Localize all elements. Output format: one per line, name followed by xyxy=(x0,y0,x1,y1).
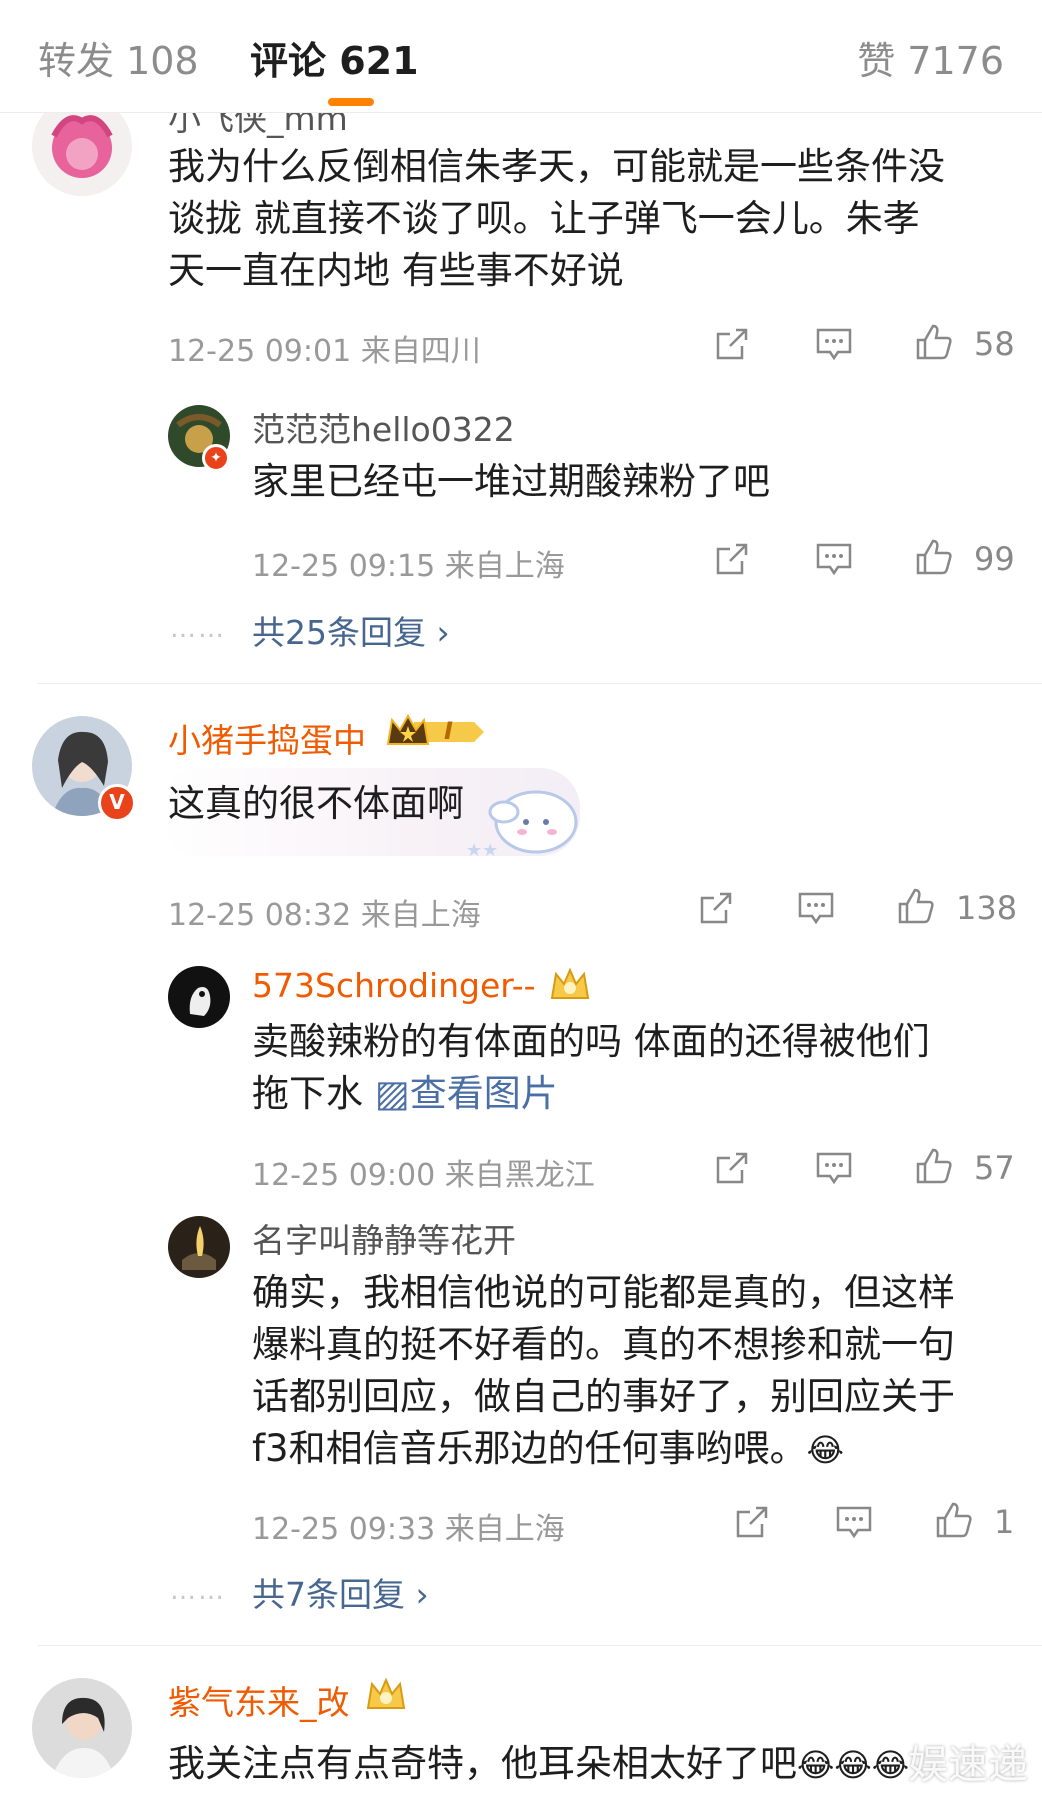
share-icon[interactable] xyxy=(712,1148,752,1188)
reply-text-line: 卖酸辣粉的有体面的吗 体面的还得被他们 xyxy=(252,1020,930,1063)
comment-icon[interactable] xyxy=(814,1148,854,1188)
avatar[interactable] xyxy=(168,966,230,1028)
like-count: 58 xyxy=(974,325,1015,363)
vip-level: I xyxy=(444,717,453,745)
dots-separator: …… xyxy=(170,614,226,644)
like-count: 57 xyxy=(974,1149,1015,1187)
comment-icon[interactable] xyxy=(834,1502,874,1542)
comment-meta: 12-25 09:01 来自四川 xyxy=(168,334,481,369)
share-icon[interactable] xyxy=(712,539,752,579)
reply-text: 卖酸辣粉的有体面的吗 体面的还得被他们 拖下水 ▨查看图片 xyxy=(252,1016,930,1120)
tab-forward[interactable]: 转发 108 xyxy=(38,30,199,85)
reply-meta: 12-25 09:33 来自上海 xyxy=(252,1512,565,1547)
reply-text-line: 拖下水 ▨查看图片 xyxy=(252,1072,558,1115)
reply-text-line: 爆料真的挺不好看的。真的不想掺和就一句 xyxy=(252,1323,955,1366)
comment-meta: 12-25 08:32 来自上海 xyxy=(168,898,481,933)
commenter-name[interactable]: 名字叫静静等花开 xyxy=(252,1214,516,1262)
vip-crown-icon xyxy=(550,967,590,999)
svg-text:★★: ★★ xyxy=(466,840,498,861)
tab-comments[interactable]: 评论 621 xyxy=(250,30,419,85)
verified-badge-icon: ✦ xyxy=(202,444,230,472)
avatar[interactable] xyxy=(168,1216,230,1278)
like-icon[interactable] xyxy=(896,886,936,926)
commenter-name[interactable]: 紫气东来_改 xyxy=(168,1676,350,1724)
dots-separator: …… xyxy=(170,1576,226,1606)
view-image-link[interactable]: ▨查看图片 xyxy=(375,1072,558,1115)
like-icon[interactable] xyxy=(914,537,954,577)
comment-icon[interactable] xyxy=(814,324,854,364)
active-tab-indicator xyxy=(328,98,374,106)
avatar[interactable] xyxy=(32,1678,132,1778)
commenter-name[interactable]: 573Schrodinger-- xyxy=(252,966,536,1005)
commenter-name[interactable]: 小猪手捣蛋中 xyxy=(168,714,366,762)
verified-badge-icon: V xyxy=(98,784,136,822)
like-icon[interactable] xyxy=(934,1500,974,1540)
tab-likes[interactable]: 赞 7176 xyxy=(857,30,1004,85)
reply-text-line: 话都别回应，做自己的事好了，别回应关于 xyxy=(252,1375,955,1418)
cartoon-bunny-icon: ★★ xyxy=(466,790,578,861)
comment-icon[interactable] xyxy=(814,539,854,579)
like-count: 1 xyxy=(994,1503,1015,1541)
comment-text: 我为什么反倒相信朱孝天，可能就是一些条件没 谈拢 就直接不谈了呗。让子弹飞一会儿… xyxy=(168,141,945,297)
like-count: 138 xyxy=(956,889,1018,927)
comment-text-line: 天一直在内地 有些事不好说 xyxy=(168,249,624,292)
comment-tabs: 转发 108 评论 621 赞 7176 xyxy=(0,0,1042,113)
laughing-emoji-icon: 😂 xyxy=(806,1431,844,1469)
laughing-emoji-icon: 😂😂😂 xyxy=(797,1746,910,1784)
comment-text: 我关注点有点奇特，他耳朵相太好了吧😂😂😂 xyxy=(168,1742,910,1785)
reply-meta: 12-25 09:00 来自黑龙江 xyxy=(252,1158,595,1193)
comment-text-line: 谈拢 就直接不谈了呗。让子弹飞一会儿。朱孝 xyxy=(168,197,920,240)
watermark: 娱速递 xyxy=(908,1742,1028,1788)
comment-icon[interactable] xyxy=(796,888,836,928)
reply-text-line: f3和相信音乐那边的任何事哟喂。😂 xyxy=(252,1427,844,1470)
vip-crown-icon xyxy=(366,1677,406,1709)
commenter-name[interactable]: 范范范hello0322 xyxy=(252,403,515,451)
share-icon[interactable] xyxy=(712,324,752,364)
reply-text: 确实，我相信他说的可能都是真的，但这样 爆料真的挺不好看的。真的不想掺和就一句 … xyxy=(252,1267,955,1476)
like-icon[interactable] xyxy=(914,1146,954,1186)
reply-text: 家里已经屯一堆过期酸辣粉了吧 xyxy=(252,460,770,503)
reply-text-line: 确实，我相信他说的可能都是真的，但这样 xyxy=(252,1271,955,1314)
comment-text-line: 我为什么反倒相信朱孝天，可能就是一些条件没 xyxy=(168,145,945,188)
like-icon[interactable] xyxy=(914,322,954,362)
more-replies-link[interactable]: 共7条回复 › xyxy=(252,1568,429,1616)
share-icon[interactable] xyxy=(696,888,736,928)
vip-crown-icon: I xyxy=(384,712,488,756)
divider xyxy=(38,683,1042,684)
comment-text: 这真的很不体面啊 xyxy=(168,782,464,825)
more-replies-link[interactable]: 共25条回复 › xyxy=(252,606,450,654)
share-icon[interactable] xyxy=(732,1502,772,1542)
divider xyxy=(38,1645,1042,1646)
like-count: 99 xyxy=(974,540,1015,578)
reply-meta: 12-25 09:15 来自上海 xyxy=(252,549,565,584)
